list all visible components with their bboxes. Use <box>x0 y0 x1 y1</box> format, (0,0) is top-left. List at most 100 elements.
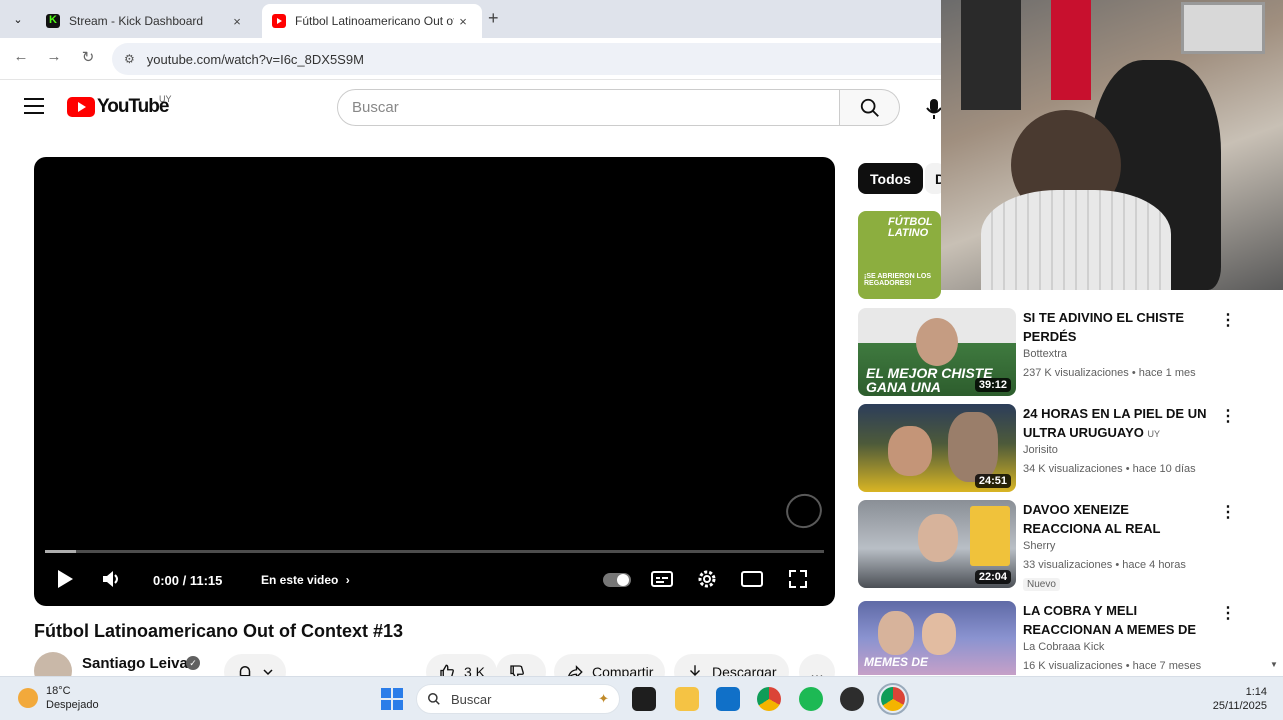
outlook-icon[interactable] <box>716 687 740 711</box>
tab-kick-dashboard[interactable]: Stream - Kick Dashboard × <box>36 4 256 38</box>
video-title: Fútbol Latinoamericano Out of Context #1… <box>34 621 404 641</box>
video-player[interactable]: 0:00 / 11:15 En este video › <box>34 157 835 606</box>
webcam-shelf <box>961 0 1021 110</box>
more-vertical-icon[interactable]: ⋮ <box>1218 406 1238 428</box>
progress-loaded <box>45 550 77 553</box>
clock-date: 25/11/2025 <box>1212 700 1267 712</box>
reload-icon[interactable]: ↻ <box>77 48 99 66</box>
play-icon <box>58 570 73 588</box>
settings-button[interactable] <box>695 567 719 596</box>
chapters-button[interactable]: En este video › <box>261 573 350 587</box>
video-thumbnail[interactable]: 22:04 <box>858 500 1016 588</box>
more-vertical-icon[interactable]: ⋮ <box>1218 603 1238 625</box>
forward-arrow-icon[interactable]: → <box>43 48 65 65</box>
video-thumbnail[interactable]: EL MEJOR CHISTE GANA UNA ENTRADA 39:12 <box>858 308 1016 396</box>
progress-bar[interactable] <box>45 550 824 553</box>
search-button[interactable] <box>840 89 900 126</box>
channel-name[interactable]: Jorisito <box>1023 444 1058 456</box>
moon-icon <box>18 688 38 708</box>
webcam-shirt <box>981 190 1171 290</box>
recommendation-item[interactable]: 22:04 DAVOO XENEIZE REACCIONA AL REAL MA… <box>858 500 1238 591</box>
video-title[interactable]: 24 HORAS EN LA PIEL DE UN ULTRA URUGUAYO… <box>1023 404 1208 442</box>
video-thumbnail[interactable]: FÚTBOL LATINO ¡SE ABRIERON LOS REGADORES… <box>858 211 941 299</box>
system-clock[interactable]: 1:14 25/11/2025 <box>1205 685 1267 713</box>
address-bar[interactable]: ⚙ youtube.com/watch?v=I6c_8DX5S9M <box>112 43 941 75</box>
subtitles-button[interactable] <box>650 567 674 596</box>
obs-icon[interactable] <box>840 687 864 711</box>
video-title[interactable]: LA COBRA Y MELI REACCIONAN A MEMES DE ..… <box>1023 601 1208 639</box>
search-icon <box>860 98 879 117</box>
logo-text: YouTube <box>97 96 169 117</box>
fullscreen-icon <box>789 570 807 588</box>
tab-youtube-video[interactable]: Fútbol Latinoamericano Out of × <box>262 4 482 38</box>
video-duration: 24:51 <box>974 474 1011 488</box>
title-country-code: UY <box>1147 429 1160 439</box>
player-watermark-icon <box>781 488 827 534</box>
clock-time: 1:14 <box>1245 686 1267 698</box>
windows-start-icon[interactable] <box>381 688 403 710</box>
spotify-icon[interactable] <box>799 687 823 711</box>
channel-row: Santiago Leiva ✓ 3 K Compartir Descargar… <box>34 652 835 690</box>
recommendation-item[interactable]: 24:51 24 HORAS EN LA PIEL DE UN ULTRA UR… <box>858 404 1238 492</box>
close-tab-icon[interactable]: × <box>454 14 472 29</box>
video-meta: 33 visualizaciones • hace 4 horas <box>1023 559 1186 571</box>
more-vertical-icon[interactable]: ⋮ <box>1218 310 1238 332</box>
volume-button[interactable] <box>100 567 124 596</box>
theater-mode-button[interactable] <box>740 567 764 596</box>
browser-tab-strip: ⌄ Stream - Kick Dashboard × Fútbol Latin… <box>0 0 941 38</box>
webcam-scarf <box>1051 0 1091 100</box>
temperature: 18°C <box>46 685 71 697</box>
thumbnail-face <box>888 426 932 476</box>
video-title[interactable]: SI TE ADIVINO EL CHISTE PERDÉS <box>1023 308 1208 346</box>
video-duration: 22:04 <box>974 570 1011 584</box>
tab-title: Stream - Kick Dashboard <box>69 14 204 28</box>
chip-all[interactable]: Todos <box>858 163 923 194</box>
weather-widget[interactable]: 18°C Despejado <box>18 684 99 712</box>
video-thumbnail[interactable]: MEMES DE <box>858 601 1016 675</box>
thumbnail-caption: ¡SE ABRIERON LOS REGADORES! <box>864 273 932 287</box>
video-meta: 34 K visualizaciones • hace 10 días <box>1023 463 1196 475</box>
channel-name[interactable]: Sherry <box>1023 540 1055 552</box>
site-info-icon[interactable]: ⚙ <box>124 52 135 66</box>
search-placeholder: Buscar <box>352 99 399 116</box>
autoplay-toggle[interactable] <box>603 573 631 587</box>
scroll-down-arrow-icon[interactable]: ▼ <box>1270 660 1278 669</box>
chrome-active-icon[interactable] <box>877 683 909 715</box>
new-tab-button[interactable]: + <box>488 8 499 29</box>
youtube-play-logo-icon <box>67 97 95 117</box>
video-title[interactable]: DAVOO XENEIZE REACCIONA AL REAL MADRID 2… <box>1023 500 1208 538</box>
gear-icon <box>698 570 716 588</box>
recommendation-item[interactable]: EL MEJOR CHISTE GANA UNA ENTRADA 39:12 S… <box>858 308 1238 396</box>
voice-search-button[interactable] <box>916 89 941 126</box>
close-tab-icon[interactable]: × <box>228 14 246 29</box>
title-text: 24 HORAS EN LA PIEL DE UN ULTRA URUGUAYO <box>1023 406 1207 440</box>
video-thumbnail[interactable]: 24:51 <box>858 404 1016 492</box>
video-duration: 39:12 <box>974 378 1011 392</box>
webcam-frame <box>1181 2 1265 54</box>
youtube-favicon-icon <box>272 14 286 28</box>
new-badge: Nuevo <box>1023 578 1060 591</box>
channel-name[interactable]: Bottextra <box>1023 348 1067 360</box>
tab-search-button[interactable]: ⌄ <box>6 8 30 30</box>
browser-toolbar: ← → ↻ ⚙ youtube.com/watch?v=I6c_8DX5S9M <box>0 38 941 80</box>
search-input[interactable]: Buscar <box>337 89 840 126</box>
taskbar: 18°C Despejado Buscar ✦ 1:14 25/11/2025 <box>0 676 1283 720</box>
taskbar-search-input[interactable]: Buscar ✦ <box>416 684 620 714</box>
guide-menu-icon[interactable] <box>24 98 44 119</box>
back-arrow-icon[interactable]: ← <box>10 48 32 65</box>
thumbnail-person <box>948 412 998 482</box>
search-icon <box>428 693 440 705</box>
thumbnail-face <box>922 613 956 655</box>
more-vertical-icon[interactable]: ⋮ <box>1218 502 1238 524</box>
file-explorer-icon[interactable] <box>675 687 699 711</box>
task-view-icon[interactable] <box>632 687 656 711</box>
channel-name[interactable]: Santiago Leiva <box>82 655 188 672</box>
chrome-icon[interactable] <box>757 687 781 711</box>
thumbnail-face <box>918 514 958 562</box>
channel-name[interactable]: La Cobraaa Kick <box>1023 641 1104 653</box>
taskbar-search-placeholder: Buscar <box>451 691 492 707</box>
youtube-logo[interactable]: YouTube <box>67 96 169 118</box>
url-text: youtube.com/watch?v=I6c_8DX5S9M <box>146 51 364 67</box>
fullscreen-button[interactable] <box>786 567 810 596</box>
play-button[interactable] <box>54 567 76 596</box>
